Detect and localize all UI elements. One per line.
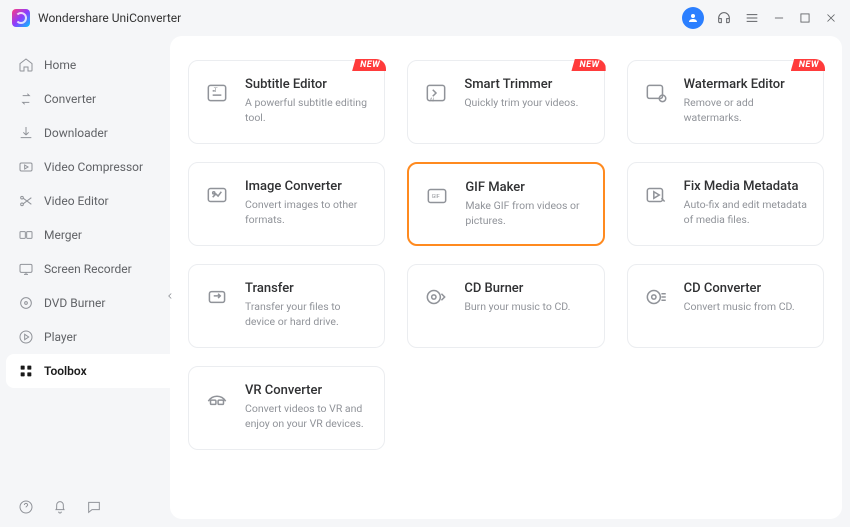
tool-title: Fix Media Metadata	[684, 179, 809, 194]
metadata-icon	[642, 181, 670, 209]
sidebar-item-home[interactable]: Home	[0, 48, 170, 82]
converter-icon	[18, 91, 34, 107]
sidebar: Home Converter Downloader Video Compress…	[0, 36, 170, 527]
gif-maker-icon: GIF	[423, 182, 451, 210]
tool-card-smart-trimmer[interactable]: NEW AI Smart Trimmer Quickly trim your v…	[407, 60, 604, 144]
smart-trimmer-icon: AI	[422, 79, 450, 107]
tool-description: Quickly trim your videos.	[464, 96, 589, 111]
sidebar-item-label: Home	[44, 58, 76, 72]
tool-title: Watermark Editor	[684, 77, 809, 92]
tool-description: Make GIF from videos or pictures.	[465, 199, 588, 228]
sidebar-item-dvd-burner[interactable]: DVD Burner	[0, 286, 170, 320]
headset-support-icon[interactable]	[716, 10, 732, 26]
sidebar-item-label: DVD Burner	[44, 296, 105, 310]
sidebar-item-toolbox[interactable]: Toolbox	[6, 354, 170, 388]
app-logo-icon	[12, 9, 30, 27]
tool-title: CD Burner	[464, 281, 589, 296]
tool-description: Burn your music to CD.	[464, 300, 589, 315]
tool-card-transfer[interactable]: Transfer Transfer your files to device o…	[188, 264, 385, 348]
compressor-icon	[18, 159, 34, 175]
image-converter-icon	[203, 181, 231, 209]
play-icon	[18, 329, 34, 345]
title-bar: Wondershare UniConverter	[0, 0, 850, 36]
tool-card-cd-burner[interactable]: CD Burner Burn your music to CD.	[407, 264, 604, 348]
sidebar-item-downloader[interactable]: Downloader	[0, 116, 170, 150]
tool-card-vr-converter[interactable]: VR Converter Convert videos to VR and en…	[188, 366, 385, 450]
tool-description: Convert videos to VR and enjoy on your V…	[245, 402, 370, 431]
tool-description: Convert images to other formats.	[245, 198, 370, 227]
tool-title: GIF Maker	[465, 180, 588, 195]
feedback-icon[interactable]	[86, 499, 102, 515]
sidebar-item-video-compressor[interactable]: Video Compressor	[0, 150, 170, 184]
tool-card-fix-media-metadata[interactable]: Fix Media Metadata Auto-fix and edit met…	[627, 162, 824, 246]
tool-description: Convert music from CD.	[684, 300, 809, 315]
sidebar-collapse-button[interactable]	[164, 284, 176, 308]
tool-card-subtitle-editor[interactable]: NEW T Subtitle Editor A powerful subtitl…	[188, 60, 385, 144]
tool-title: Smart Trimmer	[464, 77, 589, 92]
sidebar-item-merger[interactable]: Merger	[0, 218, 170, 252]
tool-title: CD Converter	[684, 281, 809, 296]
disc-icon	[18, 295, 34, 311]
tool-card-gif-maker[interactable]: GIF GIF Maker Make GIF from videos or pi…	[407, 162, 604, 246]
sidebar-item-label: Downloader	[44, 126, 108, 140]
new-badge: NEW	[791, 59, 825, 71]
tool-description: A powerful subtitle editing tool.	[245, 96, 370, 125]
sidebar-item-label: Merger	[44, 228, 82, 242]
sidebar-item-label: Screen Recorder	[44, 262, 132, 276]
sidebar-item-video-editor[interactable]: Video Editor	[0, 184, 170, 218]
help-icon[interactable]	[18, 499, 34, 515]
menu-icon[interactable]	[744, 10, 760, 26]
cd-burner-icon	[422, 283, 450, 311]
sidebar-item-label: Toolbox	[44, 364, 87, 378]
user-avatar-button[interactable]	[682, 7, 704, 29]
tool-description: Remove or add watermarks.	[684, 96, 809, 125]
close-button[interactable]	[824, 11, 838, 25]
toolbox-icon	[18, 363, 34, 379]
tool-title: Image Converter	[245, 179, 370, 194]
minimize-button[interactable]	[772, 11, 786, 25]
tool-card-cd-converter[interactable]: CD Converter Convert music from CD.	[627, 264, 824, 348]
app-title: Wondershare UniConverter	[38, 11, 181, 25]
sidebar-item-label: Video Editor	[44, 194, 109, 208]
merger-icon	[18, 227, 34, 243]
svg-text:AI: AI	[430, 98, 435, 104]
cd-converter-icon	[642, 283, 670, 311]
download-icon	[18, 125, 34, 141]
sidebar-item-label: Player	[44, 330, 77, 344]
tool-card-image-converter[interactable]: Image Converter Convert images to other …	[188, 162, 385, 246]
content-area: NEW T Subtitle Editor A powerful subtitl…	[170, 36, 842, 519]
vr-converter-icon	[203, 385, 231, 413]
sidebar-item-label: Video Compressor	[44, 160, 143, 174]
bell-icon[interactable]	[52, 499, 68, 515]
new-badge: NEW	[571, 59, 605, 71]
svg-text:T: T	[214, 86, 218, 94]
tool-title: Transfer	[245, 281, 370, 296]
sidebar-item-label: Converter	[44, 92, 96, 106]
home-icon	[18, 57, 34, 73]
tool-card-watermark-editor[interactable]: NEW Watermark Editor Remove or add water…	[627, 60, 824, 144]
subtitle-icon: T	[203, 79, 231, 107]
tool-title: VR Converter	[245, 383, 370, 398]
new-badge: NEW	[352, 59, 386, 71]
screen-recorder-icon	[18, 261, 34, 277]
svg-text:GIF: GIF	[432, 194, 440, 200]
tool-description: Auto-fix and edit metadata of media file…	[684, 198, 809, 227]
transfer-icon	[203, 283, 231, 311]
watermark-icon	[642, 79, 670, 107]
maximize-button[interactable]	[798, 11, 812, 25]
sidebar-item-converter[interactable]: Converter	[0, 82, 170, 116]
tool-title: Subtitle Editor	[245, 77, 370, 92]
scissors-icon	[18, 193, 34, 209]
sidebar-item-screen-recorder[interactable]: Screen Recorder	[0, 252, 170, 286]
sidebar-item-player[interactable]: Player	[0, 320, 170, 354]
tool-description: Transfer your files to device or hard dr…	[245, 300, 370, 329]
